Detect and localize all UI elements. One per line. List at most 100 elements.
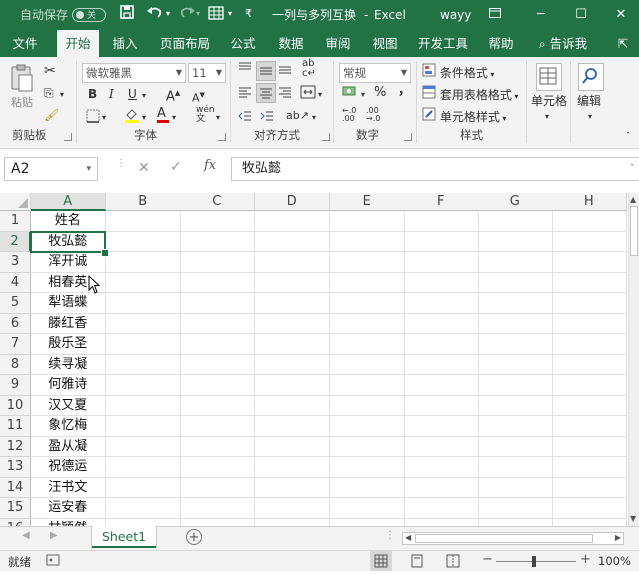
bold-button[interactable]: B — [88, 86, 97, 102]
empty-cell[interactable] — [552, 334, 627, 355]
align-top-icon[interactable] — [238, 61, 252, 79]
align-bottom-icon[interactable] — [278, 61, 292, 79]
empty-cell[interactable] — [106, 498, 181, 519]
row-header[interactable]: 4 — [0, 272, 31, 293]
row-header[interactable]: 16 — [0, 518, 31, 526]
merge-dropdown-icon[interactable]: ▾ — [318, 87, 322, 103]
sheet-tab-sheet1[interactable]: Sheet1 — [92, 526, 156, 548]
cell-a[interactable]: 汉又夏 — [31, 395, 106, 416]
empty-cell[interactable] — [180, 375, 255, 396]
redo-icon[interactable] — [180, 5, 196, 24]
tell-me-box[interactable]: ⌕ 告诉我 — [532, 30, 594, 57]
empty-cell[interactable] — [478, 395, 553, 416]
empty-cell[interactable] — [404, 518, 479, 526]
tab-home[interactable]: 开始 — [57, 30, 99, 57]
empty-cell[interactable] — [552, 354, 627, 375]
cell-a[interactable]: 浑开诚 — [31, 252, 106, 273]
orientation-dropdown-icon[interactable]: ▾ — [312, 110, 316, 126]
empty-cell[interactable] — [552, 313, 627, 334]
shrink-font-button[interactable]: A▼ — [192, 87, 205, 107]
empty-cell[interactable] — [330, 518, 405, 526]
empty-cell[interactable] — [552, 252, 627, 273]
empty-cell[interactable] — [404, 231, 479, 252]
empty-cell[interactable] — [255, 518, 330, 526]
select-all-corner[interactable] — [0, 193, 31, 211]
accounting-format-icon[interactable] — [342, 85, 358, 103]
empty-cell[interactable] — [404, 416, 479, 437]
tab-page-layout[interactable]: 页面布局 — [155, 30, 215, 57]
wrap-text-icon[interactable]: ab c↵ — [302, 59, 316, 79]
user-name[interactable]: wayy — [440, 7, 471, 23]
empty-cell[interactable] — [180, 498, 255, 519]
empty-cell[interactable] — [330, 272, 405, 293]
empty-cell[interactable] — [330, 375, 405, 396]
empty-cell[interactable] — [255, 395, 330, 416]
comma-button[interactable]: ， — [398, 83, 411, 99]
empty-cell[interactable] — [330, 211, 405, 232]
empty-cell[interactable] — [330, 498, 405, 519]
empty-cell[interactable] — [255, 498, 330, 519]
table-icon[interactable] — [208, 5, 226, 26]
macro-record-icon[interactable] — [46, 553, 60, 570]
empty-cell[interactable] — [180, 334, 255, 355]
row-header[interactable]: 2 — [0, 231, 31, 252]
empty-cell[interactable] — [255, 211, 330, 232]
clipboard-launcher-icon[interactable] — [64, 133, 72, 141]
align-right-icon[interactable] — [278, 85, 292, 103]
empty-cell[interactable] — [552, 477, 627, 498]
cell-a[interactable]: 汪书文 — [31, 477, 106, 498]
insert-function-button[interactable]: fx — [204, 158, 216, 173]
tab-data[interactable]: 数据 — [272, 30, 310, 57]
name-box[interactable]: A2 ▾ — [4, 157, 98, 181]
empty-cell[interactable] — [255, 252, 330, 273]
empty-cell[interactable] — [404, 375, 479, 396]
empty-cell[interactable] — [106, 416, 181, 437]
empty-cell[interactable] — [180, 211, 255, 232]
editing-button[interactable] — [578, 63, 604, 91]
zoom-in-button[interactable]: + — [580, 552, 591, 567]
empty-cell[interactable] — [552, 272, 627, 293]
cell-a[interactable]: 祝德运 — [31, 457, 106, 478]
tab-help[interactable]: 帮助 — [482, 30, 520, 57]
scroll-right-icon[interactable]: ▶ — [615, 533, 621, 542]
empty-cell[interactable] — [330, 231, 405, 252]
empty-cell[interactable] — [552, 211, 627, 232]
alignment-launcher-icon[interactable] — [322, 133, 330, 141]
tab-developer[interactable]: 开发工具 — [413, 30, 473, 57]
column-header-a[interactable]: A — [31, 193, 106, 211]
zoom-level[interactable]: 100% — [598, 554, 631, 568]
row-header[interactable]: 9 — [0, 375, 31, 396]
empty-cell[interactable] — [180, 416, 255, 437]
empty-cell[interactable] — [180, 436, 255, 457]
empty-cell[interactable] — [180, 272, 255, 293]
font-color-dropdown-icon[interactable]: ▾ — [172, 110, 176, 126]
empty-cell[interactable] — [180, 518, 255, 526]
zoom-slider[interactable] — [496, 561, 576, 562]
percent-button[interactable]: % — [374, 85, 386, 101]
cell-a[interactable]: 运安春 — [31, 498, 106, 519]
empty-cell[interactable] — [330, 395, 405, 416]
sheet-prev-icon[interactable]: ◀ — [22, 530, 30, 541]
empty-cell[interactable] — [180, 293, 255, 314]
empty-cell[interactable] — [478, 354, 553, 375]
cell-a[interactable]: 滕红香 — [31, 313, 106, 334]
phonetic-dropdown-icon[interactable]: ▾ — [216, 110, 220, 126]
save-icon[interactable] — [120, 5, 134, 24]
empty-cell[interactable] — [180, 457, 255, 478]
empty-cell[interactable] — [330, 252, 405, 273]
tab-formulas[interactable]: 公式 — [224, 30, 262, 57]
enter-icon[interactable]: ✓ — [170, 159, 182, 175]
empty-cell[interactable] — [478, 518, 553, 526]
cell-a[interactable]: 犁语蝶 — [31, 293, 106, 314]
empty-cell[interactable] — [478, 313, 553, 334]
normal-view-icon[interactable] — [370, 551, 392, 571]
undo-dropdown-icon[interactable]: ▾ — [166, 5, 170, 23]
cell-styles-button[interactable]: 单元格样式 ▾ — [422, 107, 506, 127]
empty-cell[interactable] — [404, 334, 479, 355]
empty-cell[interactable] — [478, 272, 553, 293]
tab-review[interactable]: 审阅 — [319, 30, 357, 57]
empty-cell[interactable] — [404, 477, 479, 498]
cancel-icon[interactable]: ✕ — [138, 160, 150, 176]
empty-cell[interactable] — [330, 334, 405, 355]
empty-cell[interactable] — [478, 211, 553, 232]
